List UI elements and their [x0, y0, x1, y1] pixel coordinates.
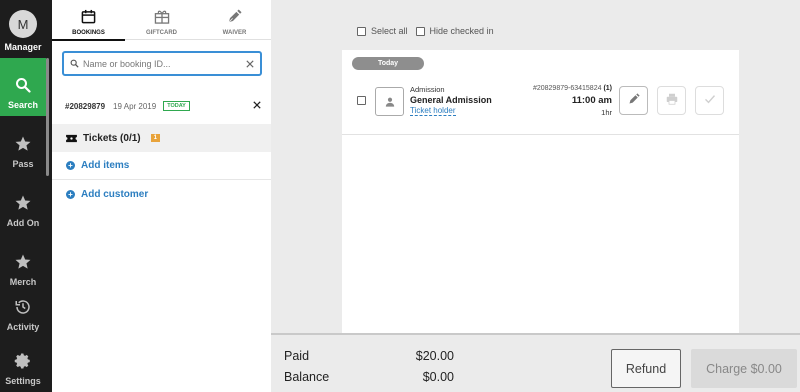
nav-item-label: Add On: [6, 218, 40, 228]
nav-item-label: Manager: [4, 42, 42, 52]
pen-icon: [227, 9, 242, 26]
clear-search-icon[interactable]: [246, 55, 254, 73]
tab-bookings[interactable]: BOOKINGS: [52, 0, 125, 41]
star-icon: [14, 133, 32, 155]
payment-footer: Paid $20.00 Balance $0.00 Refund Charge …: [271, 333, 800, 392]
tickets-label: Tickets (0/1): [83, 132, 141, 144]
panel-tabs: BOOKINGS GIFTCARD WAIVER: [52, 0, 271, 41]
tab-label: BOOKINGS: [72, 30, 105, 36]
avatar: M: [9, 10, 37, 38]
add-items-label: Add items: [81, 160, 130, 171]
ticket-qty: (1): [603, 85, 612, 92]
add-customer-button[interactable]: + Add customer: [52, 180, 271, 208]
search-icon: [70, 55, 79, 73]
search-input[interactable]: [83, 58, 246, 69]
balance-value: $0.00: [422, 370, 454, 384]
tab-giftcard[interactable]: GIFTCARD: [125, 0, 198, 40]
hide-checked-in-label: Hide checked in: [429, 26, 494, 36]
nav-item-manager[interactable]: M Manager: [0, 0, 46, 58]
check-in-button[interactable]: [695, 86, 724, 115]
nav-item-settings[interactable]: Settings: [0, 339, 46, 392]
ticket-time: 11:00 am: [571, 95, 612, 106]
nav-sidebar: M Manager Search Pass Add On Merch Activ…: [0, 0, 52, 392]
booking-date: 19 Apr 2019: [113, 101, 157, 111]
ticket-name: General Admission: [410, 95, 492, 105]
paid-row: Paid $20.00: [284, 349, 454, 363]
paid-value: $20.00: [415, 349, 454, 363]
ticket-duration: 1hr: [601, 108, 612, 117]
ticket-checkbox[interactable]: [357, 96, 366, 105]
select-all-label: Select all: [371, 26, 408, 36]
balance-row: Balance $0.00: [284, 370, 454, 384]
ticket-holder-link[interactable]: Ticket holder: [410, 106, 456, 116]
booking-panel: BOOKINGS GIFTCARD WAIVER #20829879 19 Ap…: [52, 0, 271, 392]
pen-icon: [628, 92, 640, 110]
calendar-icon: [81, 9, 96, 26]
hide-checked-in-checkbox[interactable]: Hide checked in: [415, 26, 494, 36]
booking-summary[interactable]: #20829879 19 Apr 2019 TODAY: [65, 98, 261, 114]
checkbox[interactable]: [357, 26, 366, 36]
search-icon: [15, 74, 31, 96]
ticket-ref: #20829879-63415824 (1): [533, 85, 612, 92]
star-icon: [14, 192, 32, 214]
day-label: Today: [352, 57, 424, 70]
list-item[interactable]: Admission General Admission Ticket holde…: [342, 78, 739, 135]
plus-circle-icon: +: [66, 161, 75, 170]
main-area: Select all Hide checked in Today Admissi…: [271, 0, 800, 333]
refund-button[interactable]: Refund: [611, 349, 681, 388]
ticket-type: Admission: [410, 85, 445, 94]
select-all-checkbox[interactable]: Select all: [357, 26, 408, 36]
nav-item-search[interactable]: Search: [0, 58, 46, 116]
checkbox[interactable]: [415, 26, 425, 36]
plus-circle-icon: +: [66, 189, 75, 199]
balance-label: Balance: [284, 370, 330, 384]
charge-button[interactable]: Charge $0.00: [691, 349, 797, 388]
ticket-ref-number: #20829879-63415824: [532, 85, 602, 92]
nav-item-label: Search: [7, 100, 39, 110]
nav-item-label: Settings: [5, 376, 41, 386]
today-badge: TODAY: [163, 101, 190, 111]
search-box: [62, 51, 262, 76]
add-customer-label: Add customer: [81, 188, 149, 200]
gear-icon: [14, 350, 32, 372]
person-icon: [375, 87, 404, 116]
booking-number: #20829879: [65, 101, 106, 111]
star-icon: [14, 251, 32, 273]
add-items-button[interactable]: + Add items: [52, 152, 271, 180]
nav-item-add-on[interactable]: Add On: [0, 176, 46, 234]
nav-item-pass[interactable]: Pass: [0, 117, 46, 175]
check-icon: [704, 92, 716, 110]
print-button[interactable]: [657, 86, 686, 115]
ticket-icon: [66, 134, 77, 143]
tickets-row[interactable]: Tickets (0/1) 1: [52, 124, 271, 152]
tab-waiver[interactable]: WAIVER: [198, 0, 271, 40]
gift-icon: [154, 9, 170, 26]
nav-item-activity[interactable]: Activity: [0, 280, 46, 338]
tab-label: WAIVER: [222, 30, 247, 36]
close-icon[interactable]: [253, 101, 261, 111]
paid-label: Paid: [284, 349, 310, 363]
filter-row: Select all Hide checked in: [357, 26, 502, 36]
printer-icon: [666, 92, 678, 110]
nav-item-label: Pass: [12, 159, 34, 169]
nav-scrollbar[interactable]: [46, 58, 49, 176]
tickets-count-badge: 1: [150, 134, 160, 142]
tab-label: GIFTCARD: [146, 30, 177, 36]
history-icon: [14, 296, 32, 318]
edit-button[interactable]: [619, 86, 648, 115]
nav-item-label: Activity: [6, 322, 40, 332]
ticket-list: Today Admission General Admission Ticket…: [342, 50, 739, 333]
